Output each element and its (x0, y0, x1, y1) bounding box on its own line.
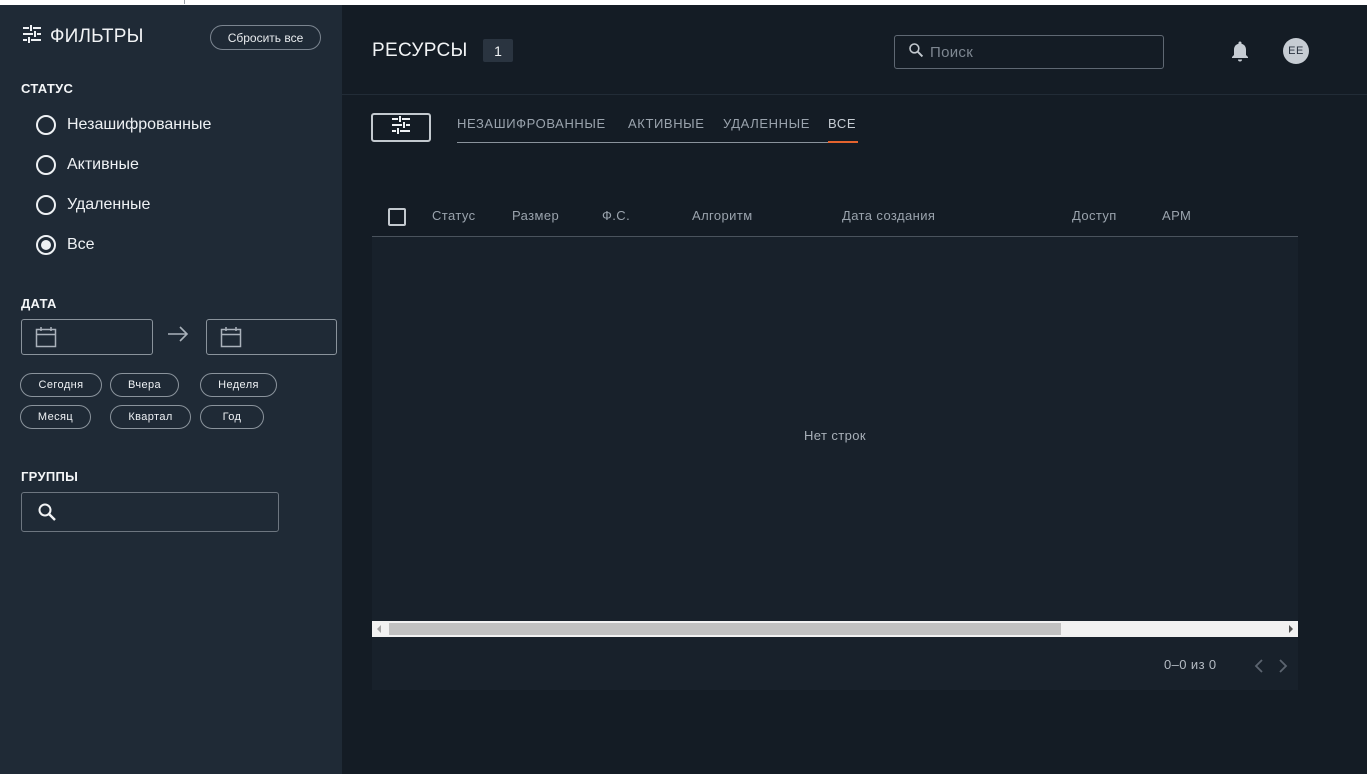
notifications-bell-icon[interactable] (1228, 39, 1252, 68)
column-header-workstation[interactable]: АРМ (1162, 208, 1191, 223)
chevron-left-icon[interactable] (1254, 659, 1264, 678)
pagination-range: 0–0 из 0 (1164, 657, 1217, 672)
table-header: Статус Размер Ф.С. Алгоритм Дата создани… (372, 197, 1298, 237)
date-to-field[interactable] (206, 319, 337, 355)
calendar-icon (220, 326, 242, 353)
radio-deleted[interactable]: Удаленные (36, 195, 150, 215)
date-heading: ДАТА (21, 296, 57, 311)
column-header-access[interactable]: Доступ (1072, 208, 1117, 223)
radio-label: Все (67, 236, 95, 253)
active-tab-indicator (828, 141, 858, 143)
chip-month[interactable]: Месяц (20, 405, 91, 429)
calendar-icon (35, 326, 57, 353)
page-title: РЕСУРСЫ (372, 40, 468, 61)
main-header: РЕСУРСЫ 1 Поиск EE (342, 5, 1367, 95)
filters-toggle-button[interactable] (371, 113, 431, 142)
groups-search-input[interactable] (21, 492, 279, 532)
column-header-algorithm[interactable]: Алгоритм (692, 208, 753, 223)
resources-main: РЕСУРСЫ 1 Поиск EE НЕЗАШИФРОВАННЫЕ АКТИВ… (342, 5, 1367, 774)
select-all-checkbox[interactable] (388, 208, 406, 226)
filters-title: ФИЛЬТРЫ (50, 25, 144, 47)
chip-yesterday[interactable]: Вчера (110, 373, 179, 397)
radio-label: Активные (67, 156, 139, 173)
groups-heading: ГРУППЫ (21, 469, 79, 484)
search-icon (37, 502, 57, 527)
status-heading: СТАТУС (21, 81, 74, 96)
chip-today[interactable]: Сегодня (20, 373, 102, 397)
column-header-size[interactable]: Размер (512, 208, 559, 223)
tab-active[interactable]: АКТИВНЫЕ (628, 116, 705, 131)
chip-week[interactable]: Неделя (200, 373, 277, 397)
filters-sidebar: ФИЛЬТРЫ Сбросить все СТАТУС Незашифрован… (0, 5, 342, 774)
radio-label: Удаленные (67, 196, 151, 213)
radio-label: Незашифрованные (67, 116, 212, 133)
radio-circle[interactable] (36, 115, 56, 135)
tune-icon (391, 116, 411, 139)
chip-quarter[interactable]: Квартал (110, 405, 191, 429)
chip-year[interactable]: Год (200, 405, 264, 429)
radio-active[interactable]: Активные (36, 155, 139, 175)
radio-circle[interactable] (36, 235, 56, 255)
tune-icon (22, 25, 42, 48)
reset-all-button[interactable]: Сбросить все (210, 25, 321, 50)
empty-table-message: Нет строк (804, 428, 866, 443)
filters-heading: ФИЛЬТРЫ (22, 25, 144, 48)
scrollbar-thumb[interactable] (389, 623, 1061, 635)
radio-unencrypted[interactable]: Незашифрованные (36, 115, 211, 135)
column-header-created[interactable]: Дата создания (842, 208, 935, 223)
arrow-right-icon (167, 326, 189, 347)
tab-deleted[interactable]: УДАЛЕННЫЕ (723, 116, 810, 131)
resources-count-badge: 1 (483, 39, 513, 62)
radio-circle[interactable] (36, 155, 56, 175)
column-header-status[interactable]: Статус (432, 208, 476, 223)
user-avatar[interactable]: EE (1283, 38, 1309, 64)
search-placeholder: Поиск (930, 43, 974, 61)
horizontal-scrollbar[interactable] (372, 621, 1298, 637)
tab-unencrypted[interactable]: НЕЗАШИФРОВАННЫЕ (457, 116, 606, 131)
date-from-field[interactable] (21, 319, 153, 355)
radio-all[interactable]: Все (36, 235, 95, 255)
chevron-right-icon[interactable] (1278, 659, 1288, 678)
search-icon (908, 42, 924, 63)
scroll-right-arrow-icon[interactable] (1289, 625, 1293, 633)
column-header-fs[interactable]: Ф.С. (602, 208, 630, 223)
scroll-left-arrow-icon[interactable] (377, 625, 381, 633)
top-tick-mark (184, 0, 185, 4)
tab-all[interactable]: ВСЕ (828, 116, 856, 131)
status-tabs: НЕЗАШИФРОВАННЫЕ АКТИВНЫЕ УДАЛЕННЫЕ ВСЕ (457, 113, 857, 143)
resources-table: Статус Размер Ф.С. Алгоритм Дата создани… (372, 197, 1298, 690)
search-input[interactable]: Поиск (894, 35, 1164, 69)
radio-circle[interactable] (36, 195, 56, 215)
